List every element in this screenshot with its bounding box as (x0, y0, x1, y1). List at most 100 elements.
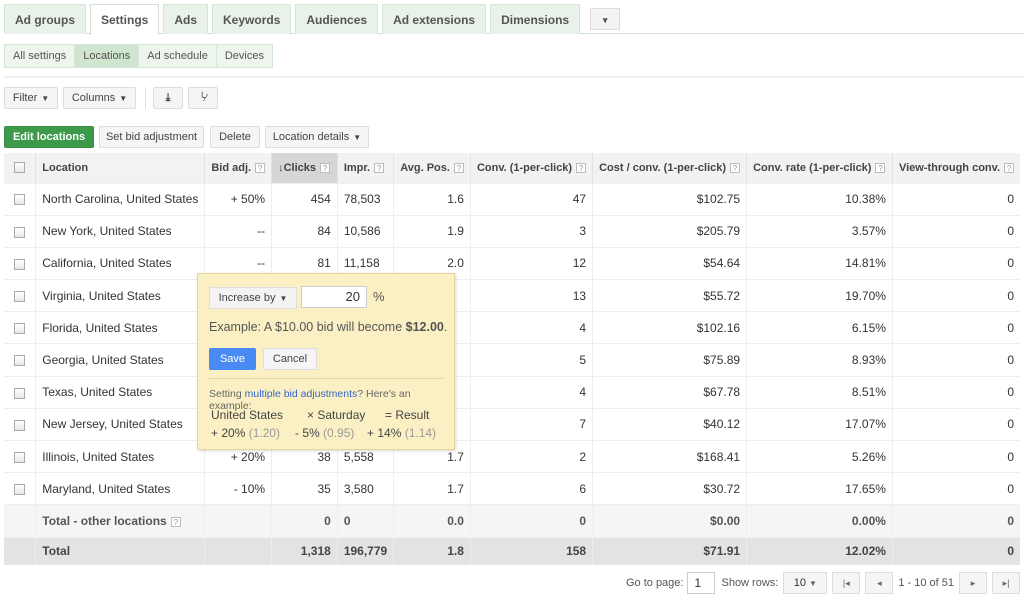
more-tabs-button[interactable]: ▾ (590, 8, 621, 30)
download-button[interactable]: ⤓ (153, 87, 183, 109)
subtab-all-settings[interactable]: All settings (5, 45, 76, 67)
cell-location[interactable]: Florida, United States (35, 311, 206, 344)
cell-location[interactable]: Illinois, United States (35, 439, 206, 473)
cost-conv-value: $30.72 (703, 481, 741, 496)
view-through-value: 0 (1007, 417, 1014, 432)
tab-settings[interactable]: Settings (90, 4, 160, 35)
help-icon[interactable]: ? (576, 162, 587, 173)
help-icon[interactable]: ? (1004, 162, 1014, 173)
row-checkbox[interactable] (14, 226, 26, 238)
conv-rate-value: 3.57% (851, 224, 886, 239)
impr-value: 0 (343, 513, 351, 528)
row-checkbox[interactable] (14, 290, 26, 302)
row-checkbox[interactable] (14, 387, 26, 399)
subtab-devices[interactable]: Devices (216, 45, 272, 67)
multiple-bid-adjustments-link[interactable]: multiple bid adjustments (245, 388, 358, 400)
subtab-ad-schedule[interactable]: Ad schedule (139, 45, 217, 67)
help-icon[interactable]: ? (730, 162, 741, 173)
row-checkbox[interactable] (14, 258, 26, 270)
percent-label: % (373, 289, 385, 304)
example-value-2: - 5% (0.95) (295, 426, 367, 440)
header-view-through[interactable]: View-through conv.? (892, 153, 1020, 183)
header-location[interactable]: Location (35, 153, 206, 183)
rows-per-page-select[interactable]: 10 ▼ (783, 572, 828, 594)
chevron-down-icon: ▾ (602, 15, 608, 25)
cell-location[interactable]: Georgia, United States (35, 343, 206, 377)
header-bid-adj[interactable]: Bid adj.? (204, 153, 273, 183)
select-all-checkbox[interactable] (14, 162, 26, 174)
help-icon[interactable]: ? (319, 162, 330, 173)
row-select-cell (4, 279, 37, 312)
cell-conv: 13 (470, 279, 594, 312)
page-input[interactable]: 1 (687, 572, 716, 594)
cell-cost-conv: $67.78 (592, 375, 748, 409)
cell-location[interactable]: California, United States (35, 246, 206, 280)
cell-conv-rate: 5.26% (746, 439, 893, 473)
cell-location[interactable]: New Jersey, United States (35, 407, 206, 441)
cell-location[interactable]: Maryland, United States (35, 472, 206, 505)
header-conv[interactable]: Conv. (1-per-click)? (470, 153, 594, 183)
header-impr[interactable]: Impr.? (337, 153, 395, 183)
cell-location[interactable]: Texas, United States (35, 375, 206, 409)
adjustment-value-input[interactable]: 20 (301, 286, 367, 308)
tab-keywords[interactable]: Keywords (212, 4, 292, 34)
chart-icon: ╰⁄ (199, 93, 207, 104)
cell-bid-adj[interactable]: - 10% (204, 472, 273, 505)
help-icon[interactable]: ? (875, 162, 886, 173)
subtab-locations[interactable]: Locations (75, 45, 140, 67)
header-conv-rate[interactable]: Conv. rate (1-per-click)? (746, 153, 893, 183)
multi-prefix: Setting (209, 388, 245, 400)
row-checkbox[interactable] (14, 419, 26, 431)
cell-conv: 47 (470, 182, 594, 216)
cell-view-through: 0 (892, 246, 1020, 280)
row-checkbox[interactable] (14, 451, 26, 463)
location-value: Total - other locations (42, 513, 167, 528)
tab-ads[interactable]: Ads (163, 4, 209, 34)
view-through-value: 0 (1007, 320, 1014, 335)
tab-ad-extensions[interactable]: Ad extensions (382, 4, 487, 34)
header-clicks[interactable]: ↓Clicks? (271, 153, 338, 183)
help-icon[interactable]: ? (374, 162, 385, 173)
adjustment-mode-select[interactable]: Increase by ▼ (209, 287, 297, 309)
location-details-button[interactable]: Location details ▼ (265, 126, 369, 148)
columns-button[interactable]: Columns ▼ (63, 87, 136, 109)
row-checkbox[interactable] (14, 355, 26, 367)
cell-conv: 0 (470, 504, 594, 538)
cell-bid-adj[interactable]: -- (204, 214, 273, 248)
toolbar-divider (145, 87, 146, 109)
header-avg-pos[interactable]: Avg. Pos.? (393, 153, 471, 183)
last-page-button[interactable]: ▸| (992, 572, 1020, 594)
row-select-cell (4, 472, 37, 505)
row-select-cell (4, 439, 37, 473)
pagination: Go to page: 1 Show rows: 10 ▼ |◂ ◂ 1 - 1… (626, 572, 1024, 594)
help-icon[interactable]: ? (170, 516, 181, 527)
chart-button[interactable]: ╰⁄ (188, 87, 218, 109)
delete-button[interactable]: Delete (210, 126, 260, 148)
row-checkbox[interactable] (14, 323, 26, 335)
cancel-button[interactable]: Cancel (263, 348, 317, 370)
conv-value: 47 (572, 192, 587, 207)
help-icon[interactable]: ? (255, 162, 266, 173)
row-checkbox[interactable] (14, 194, 26, 206)
save-button[interactable]: Save (209, 348, 256, 370)
cost-conv-value: $55.72 (703, 288, 741, 303)
first-page-button[interactable]: |◂ (832, 572, 861, 594)
cell-location[interactable]: North Carolina, United States (35, 182, 206, 216)
filter-button[interactable]: Filter ▼ (4, 87, 58, 109)
tab-ad-groups[interactable]: Ad groups (4, 4, 86, 34)
header-cost-conv[interactable]: Cost / conv. (1-per-click)? (592, 153, 748, 183)
cell-conv-rate: 8.93% (746, 343, 893, 377)
cell-location[interactable]: Virginia, United States (35, 279, 206, 312)
row-checkbox[interactable] (14, 484, 26, 496)
prev-page-button[interactable]: ◂ (865, 572, 894, 594)
edit-locations-button[interactable]: Edit locations (4, 126, 94, 148)
next-page-button[interactable]: ▸ (959, 572, 987, 594)
tab-dimensions[interactable]: Dimensions (490, 4, 581, 34)
cell-bid-adj[interactable]: + 50% (204, 182, 273, 216)
settings-subtabs: All settings Locations Ad schedule Devic… (4, 44, 273, 68)
cell-location[interactable]: New York, United States (35, 214, 206, 248)
set-bid-adjustment-button[interactable]: Set bid adjustment (99, 126, 204, 148)
tab-audiences[interactable]: Audiences (295, 4, 379, 34)
cost-conv-value: $102.16 (696, 320, 741, 335)
help-icon[interactable]: ? (453, 162, 464, 173)
